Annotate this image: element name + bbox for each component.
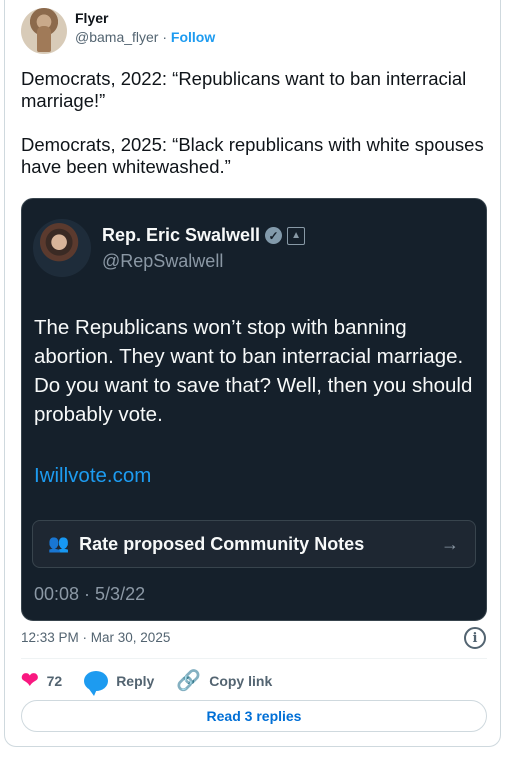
verified-badge-icon: ✓ bbox=[265, 227, 283, 244]
community-notes-button[interactable]: 👥 Rate proposed Community Notes → bbox=[32, 520, 476, 568]
speech-bubble-icon bbox=[84, 670, 109, 696]
tweet-paragraph: Democrats, 2022: “Republicans want to ba… bbox=[21, 68, 467, 111]
arrow-right-icon: → bbox=[441, 533, 459, 554]
heart-icon: ❤ bbox=[21, 669, 39, 692]
action-bar: ❤ 72 Reply 🔗 Copy link bbox=[21, 668, 294, 696]
government-badge-icon: ▲ bbox=[287, 226, 306, 245]
reply-label: Reply bbox=[116, 672, 155, 689]
info-icon[interactable]: i bbox=[464, 627, 486, 649]
copy-link-label: Copy link bbox=[209, 672, 273, 689]
tweet-header: Flyer @bama_flyer · Follow bbox=[21, 8, 215, 54]
tweet-card: Flyer @bama_flyer · Follow Democrats, 20… bbox=[4, 0, 501, 747]
embed-timestamp[interactable]: 00:08 · 5/3/22 bbox=[34, 584, 145, 605]
community-notes-label: Rate proposed Community Notes bbox=[79, 533, 365, 554]
link-icon: 🔗 bbox=[176, 670, 202, 692]
embed-text: The Republicans won’t stop with banning … bbox=[34, 316, 473, 426]
copy-link-button[interactable]: 🔗 Copy link bbox=[176, 668, 272, 693]
embed-author-name[interactable]: Rep. Eric Swalwell bbox=[102, 225, 260, 246]
tweet-timestamp[interactable]: 12:33 PM · Mar 30, 2025 bbox=[21, 630, 170, 645]
author-name[interactable]: Flyer bbox=[75, 10, 215, 26]
embedded-tweet[interactable]: Rep. Eric Swalwell ✓ ▲ @RepSwalwell The … bbox=[21, 198, 487, 621]
divider bbox=[21, 658, 487, 659]
author-handle[interactable]: @bama_flyer bbox=[75, 29, 158, 45]
like-count: 72 bbox=[46, 672, 63, 689]
tweet-text: Democrats, 2022: “Republicans want to ba… bbox=[21, 68, 491, 200]
read-replies-button[interactable]: Read 3 replies bbox=[21, 700, 487, 732]
embed-author-handle[interactable]: @RepSwalwell bbox=[102, 251, 223, 272]
people-icon: 👥 bbox=[48, 534, 70, 553]
embed-link[interactable]: Iwillvote.com bbox=[34, 464, 151, 488]
embed-avatar[interactable] bbox=[33, 219, 91, 277]
separator: · bbox=[162, 29, 168, 45]
follow-button[interactable]: Follow bbox=[171, 29, 215, 45]
reply-button[interactable]: Reply bbox=[84, 670, 155, 696]
tweet-paragraph: Democrats, 2025: “Black republicans with… bbox=[21, 134, 484, 177]
author-avatar[interactable] bbox=[21, 8, 67, 54]
like-button[interactable]: ❤ 72 bbox=[21, 668, 62, 693]
